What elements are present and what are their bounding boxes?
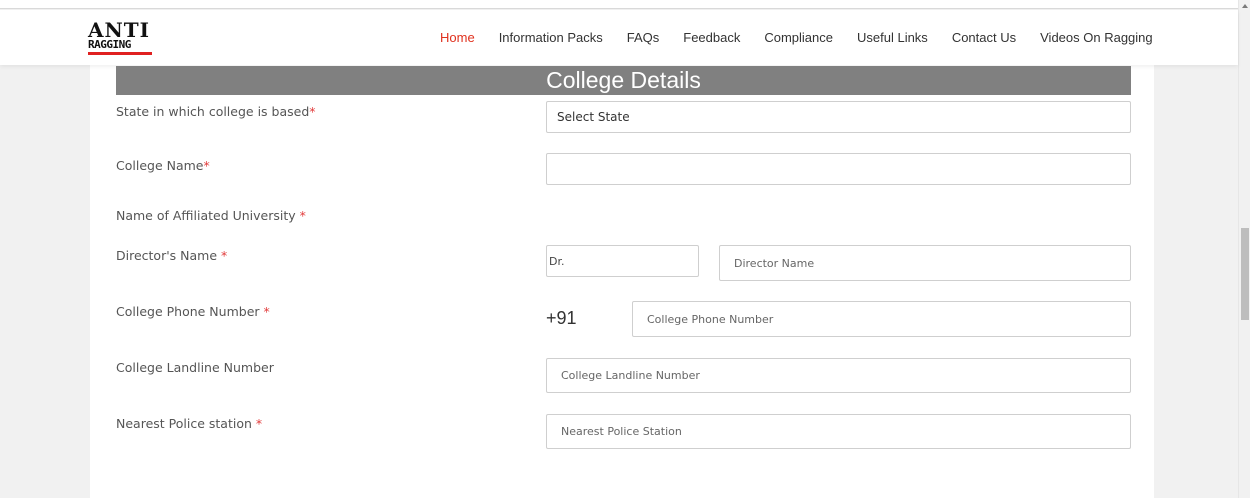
- director-title-input[interactable]: [546, 245, 699, 277]
- nav-item-contact-us[interactable]: Contact Us: [952, 30, 1016, 48]
- state-label: State in which college is based*: [116, 104, 316, 119]
- director-name-input[interactable]: [719, 245, 1131, 281]
- required-marker: *: [255, 416, 263, 431]
- police-station-input[interactable]: [546, 414, 1131, 449]
- main-navigation: Home Information Packs FAQs Feedback Com…: [440, 30, 1177, 48]
- section-title: College Details: [116, 66, 1131, 95]
- state-label-text: State in which college is based: [116, 104, 310, 119]
- college-phone-input[interactable]: [632, 301, 1131, 337]
- page-scrollbar[interactable]: [1238, 0, 1250, 498]
- college-phone-label-text: College Phone Number: [116, 304, 264, 319]
- logo-text-bottom: RAGGING: [88, 38, 131, 51]
- logo-text-top: ANTI: [88, 18, 151, 42]
- scroll-up-arrow-icon[interactable]: [1242, 4, 1248, 8]
- nav-item-faqs[interactable]: FAQs: [627, 30, 660, 48]
- required-marker: *: [263, 304, 270, 319]
- site-header: ANTI RAGGING Home Information Packs FAQs…: [0, 10, 1238, 65]
- affiliated-university-label: Name of Affiliated University *: [116, 208, 306, 223]
- college-landline-input[interactable]: [546, 358, 1131, 393]
- director-name-label-text: Director's Name: [116, 248, 221, 263]
- nav-item-compliance[interactable]: Compliance: [764, 30, 833, 48]
- anti-ragging-logo[interactable]: ANTI RAGGING: [88, 16, 154, 58]
- college-name-label: College Name*: [116, 158, 210, 173]
- required-marker: *: [299, 208, 306, 223]
- required-marker: *: [309, 104, 316, 119]
- police-station-label-text: Nearest Police station: [116, 416, 256, 431]
- director-name-label: Director's Name *: [116, 248, 227, 263]
- college-landline-label: College Landline Number: [116, 360, 274, 375]
- browser-top-edge: [0, 0, 1250, 9]
- country-code-prefix: +91: [546, 308, 577, 328]
- nav-item-useful-links[interactable]: Useful Links: [857, 30, 928, 48]
- police-station-label: Nearest Police station *: [116, 416, 262, 431]
- nav-item-home[interactable]: Home: [440, 30, 475, 48]
- college-name-label-text: College Name: [116, 158, 204, 173]
- nav-item-feedback[interactable]: Feedback: [683, 30, 740, 48]
- required-marker: *: [221, 248, 228, 263]
- college-phone-label: College Phone Number *: [116, 304, 270, 319]
- college-name-input[interactable]: [546, 153, 1131, 185]
- required-marker: *: [203, 158, 210, 173]
- scrollbar-thumb[interactable]: [1241, 228, 1249, 320]
- logo-underline: [88, 52, 152, 55]
- state-select[interactable]: Select State: [546, 101, 1131, 133]
- nav-item-videos-on-ragging[interactable]: Videos On Ragging: [1040, 30, 1153, 48]
- nav-item-information-packs[interactable]: Information Packs: [499, 30, 603, 48]
- affiliated-university-label-text: Name of Affiliated University: [116, 208, 300, 223]
